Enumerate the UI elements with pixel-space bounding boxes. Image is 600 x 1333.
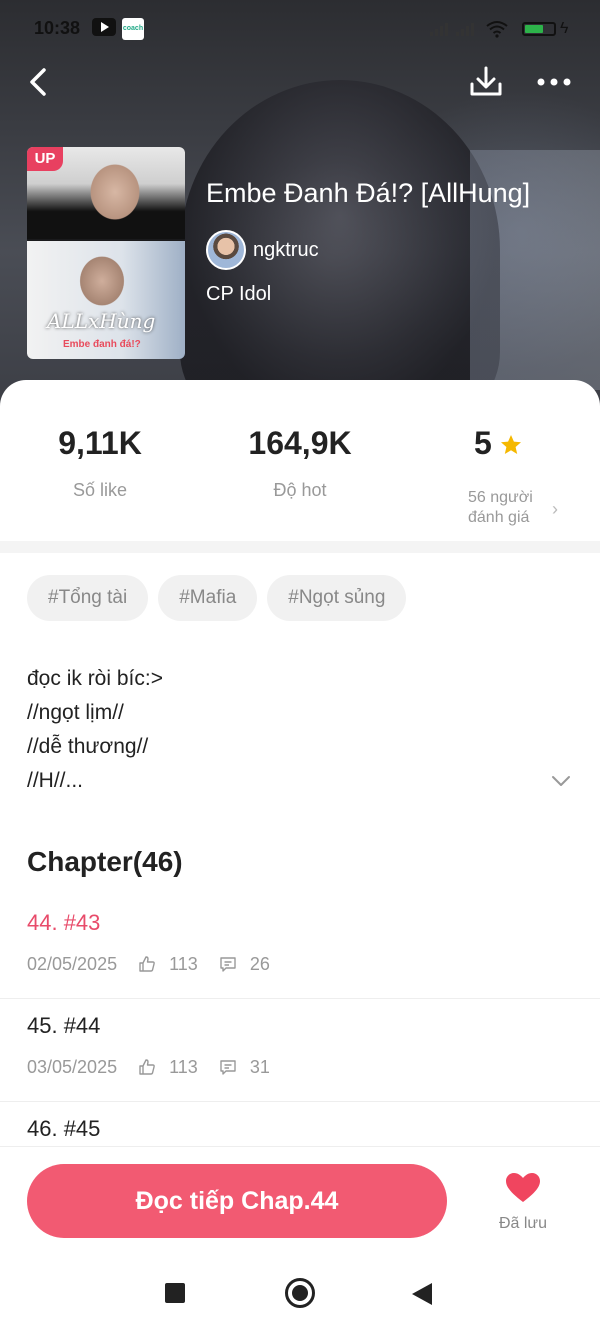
chapter-likes: 113 [169,1057,198,1077]
system-navigation-bar [0,1254,600,1333]
thumbs-up-icon [139,956,155,972]
charging-icon: ϟ [560,20,569,37]
cover-title-text: ALLxHùng [47,309,156,333]
story-title: Embe Đanh Đá!? [AllHung] [206,178,531,208]
chapter-item[interactable]: 44. #43 02/05/2025 113 26 [0,896,600,999]
comment-icon [220,957,236,972]
chapter-date: 02/05/2025 [27,954,118,974]
recents-button[interactable] [165,1283,185,1303]
bottom-action-bar: Đọc tiếp Chap.44 Đã lưu [0,1146,600,1254]
chapter-likes: 113 [169,954,198,974]
stat-likes: 9,11K Số like [40,425,160,501]
hot-label: Độ hot [273,480,327,500]
hot-value: 164,9K [248,425,352,461]
likes-value: 9,11K [58,425,142,461]
stats-row: 9,11K Số like 164,9K Độ hot 5 56 người đ… [0,425,600,535]
wifi-icon [486,21,508,38]
tag-list: #Tổng tài #Mafia #Ngọt sủng [27,575,416,621]
description-line: //ngọt lịm// [27,701,124,724]
stat-hot: 164,9K Độ hot [230,425,370,501]
signal-icon [430,23,474,36]
likes-label: Số like [72,480,128,500]
home-button[interactable] [285,1278,315,1308]
cover-subtitle-text: Embe đanh đá!? [63,339,141,350]
story-cover[interactable]: ALLxHùng Embe đanh đá!? [27,147,185,359]
chapter-comments: 31 [249,1057,270,1077]
battery-icon [522,22,556,36]
chapter-title: 46. #45 [27,1116,101,1141]
up-badge: UP [27,147,63,171]
thumbs-up-icon [139,1059,155,1075]
star-icon [501,435,521,454]
youtube-icon [92,18,116,36]
author-avatar[interactable] [206,230,246,270]
tag-chip[interactable]: #Ngọt sủng [267,575,407,621]
chevron-down-icon[interactable] [550,770,572,792]
saved-label[interactable]: Đã lưu [490,1215,556,1233]
tag-chip[interactable]: #Mafia [158,575,258,621]
chapter-meta: 02/05/2025 113 26 [27,954,270,975]
section-divider [0,541,600,553]
more-options-button[interactable] [532,62,576,102]
rating-value: 5 [474,425,492,461]
status-time: 10:38 [34,18,81,38]
chapter-title: 45. #44 [27,1013,101,1038]
description-line: //H//... [27,769,84,792]
chapter-meta: 03/05/2025 113 31 [27,1057,270,1078]
description-line: đọc ik ròi bíc:> [27,667,163,690]
status-bar: 10:38 coach ϟ [0,0,600,56]
author-name[interactable]: ngktruc [253,239,319,262]
chapter-heading: Chapter(46) [27,846,183,877]
rating-count-label: 56 người đánh giá [468,489,533,526]
download-button[interactable] [466,62,506,102]
description-line: //dễ thương// [27,735,149,758]
chapter-title: 44. #43 [27,910,101,935]
chapter-item[interactable]: 45. #44 03/05/2025 113 31 [0,999,600,1102]
chapter-comments: 26 [249,954,270,974]
continue-reading-button[interactable]: Đọc tiếp Chap.44 [27,1164,447,1238]
chapter-date: 03/05/2025 [27,1057,118,1077]
story-description: đọc ik ròi bíc:> //ngọt lịm// //dễ thươn… [27,662,547,798]
story-category[interactable]: CP Idol [206,283,271,306]
back-button[interactable] [22,62,62,102]
comment-icon [220,1060,236,1075]
heart-icon[interactable] [505,1172,541,1204]
chevron-right-icon[interactable]: › [552,499,558,520]
coach-app-icon: coach [122,18,144,40]
system-back-button[interactable] [412,1283,432,1305]
tag-chip[interactable]: #Tổng tài [27,575,149,621]
